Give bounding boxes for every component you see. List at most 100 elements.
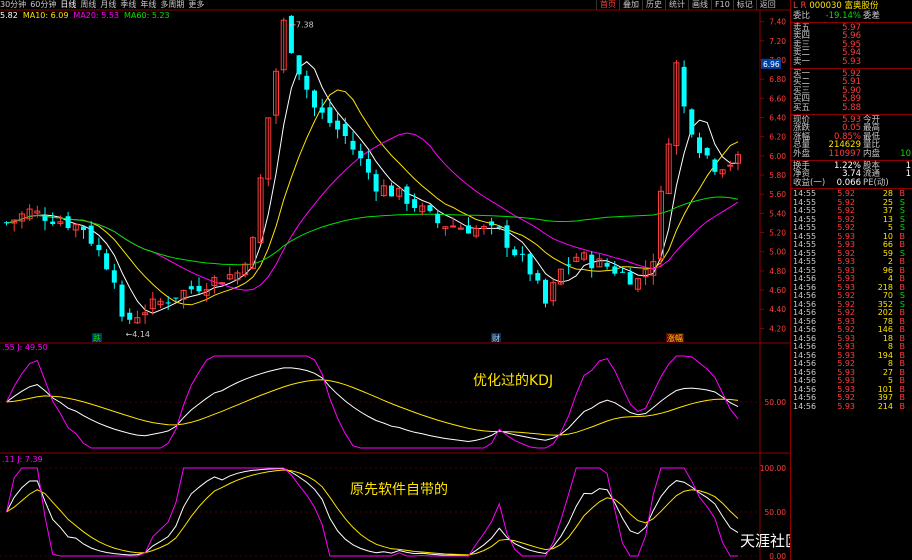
candle-body	[42, 216, 48, 221]
candle-body	[358, 150, 364, 159]
candle-body	[519, 253, 525, 255]
price-tick-label: 4.80	[769, 267, 786, 276]
candle-body	[704, 147, 710, 156]
candle-body	[327, 107, 333, 123]
candle-body	[88, 225, 94, 244]
candle-body	[627, 272, 633, 285]
candle-body	[535, 273, 541, 281]
event-marker-mid-text: 财	[492, 333, 500, 343]
bid-row-4[interactable]: 买五 5.88	[791, 104, 912, 113]
ma60-line	[6, 196, 739, 266]
fundamentals: 换手 1.22% 股本 1 净资 3.74 流通 1 收益(一) 0.066 PE(动)	[791, 161, 912, 188]
price-marker: 6.96	[763, 60, 780, 69]
candle-body	[111, 270, 117, 283]
candle-body	[173, 297, 179, 299]
price-tick-label: 6.60	[769, 94, 786, 103]
candle-body	[319, 107, 325, 113]
kdj-level-label: 0.00	[769, 552, 786, 560]
kdj2-legend: .11 J: 7.39	[2, 455, 43, 464]
price-tick-label: 5.20	[769, 229, 786, 238]
candle-body	[350, 140, 356, 150]
candle-body	[342, 123, 348, 137]
fund-row-2: 收益(一) 0.066 PE(动)	[793, 177, 889, 188]
quote-stats: 现价 5.93 今开 涨跌 0.05 最高 涨幅 0.85% 最低 总量 214629 量比 外盘 110…	[791, 115, 912, 159]
kdj-level-label: 50.00	[765, 398, 787, 407]
candle-body	[412, 199, 418, 208]
kdj-level-label: 100.00	[760, 464, 786, 473]
ask-book: 卖五 5.97 卖四 5.96 卖三 5.95 卖二 5.94 卖一 5.93	[791, 23, 912, 67]
stock-code: 000030	[809, 1, 842, 11]
candle-body	[427, 205, 433, 211]
price-tick-label: 7.20	[769, 37, 786, 46]
candle-body	[681, 66, 687, 107]
quote-panel: L R 000030 富奥股份 委比 -19.14% 委差 卖五 5.97 卖四 5.9…	[790, 0, 912, 560]
stock-chart-window: 30分钟 60分钟 日线 周线 月线 季线 年线 多周期 更多 首页 叠加 历史 统计 画线 F10 标记返…	[0, 0, 912, 560]
candle-body	[466, 225, 471, 234]
candle-body	[689, 109, 695, 135]
candle-body	[373, 174, 379, 192]
quote-row-4: 外盘 110997 内盘 10	[793, 148, 911, 159]
bid-price: 5.88	[842, 102, 861, 113]
candle-body	[543, 279, 548, 304]
price-tick-label: 4.20	[769, 324, 786, 333]
price-tick-label: 5.80	[769, 171, 786, 180]
candle-body	[188, 286, 194, 290]
high-label: ←7.38	[289, 21, 314, 30]
candle-body	[612, 266, 618, 274]
kdj-d-line	[6, 379, 739, 436]
candle-body	[219, 282, 226, 285]
ask-row-4[interactable]: 卖一 5.93	[791, 58, 912, 67]
candle-body	[389, 185, 394, 197]
price-axis: 7.407.207.006.806.606.406.206.005.805.60…	[760, 18, 786, 333]
candle-body	[312, 90, 317, 108]
candle-body	[589, 254, 595, 269]
price-tick-label: 4.60	[769, 286, 786, 295]
candle-body	[81, 226, 86, 231]
price-tick-label: 6.80	[769, 75, 786, 84]
kdj-k-line	[6, 367, 739, 443]
chart-canvas[interactable]: 7.407.207.006.806.606.406.206.005.805.60…	[0, 0, 790, 560]
candle-body	[119, 284, 125, 317]
candle-body	[96, 244, 102, 251]
candlesticks	[4, 15, 741, 325]
candle-body	[65, 216, 71, 229]
candle-body	[304, 75, 310, 90]
weibi-row: 委比 -19.14% 委差	[793, 11, 881, 21]
low-label: ←4.14	[126, 330, 151, 339]
price-tick-label: 5.60	[769, 190, 786, 199]
candle-body	[365, 158, 371, 173]
event-marker-left-text: 跌	[93, 333, 101, 343]
bid-book: 买一 5.92 买二 5.91 买三 5.90 买四 5.89 买五 5.88	[791, 69, 912, 113]
kdj1-annotation: 优化过的KDJ	[473, 373, 554, 389]
stock-name: 富奥股份	[844, 1, 879, 11]
candle-body	[566, 264, 572, 266]
price-tick-label: 6.20	[769, 133, 786, 142]
weibi-value: -19.14%	[825, 11, 861, 21]
candle-body	[489, 221, 495, 226]
candle-body	[127, 312, 133, 320]
candle-body	[196, 285, 202, 292]
tick-row: 14:56 5.93 214 B	[793, 401, 905, 411]
tick-list[interactable]: 14:55 5.92 28 B 14:55 5.92 25 S 14:55 5.92 37 S 14:5…	[791, 190, 912, 411]
candle-body	[404, 186, 410, 204]
candle-body	[697, 137, 702, 154]
price-tick-label: 5.40	[769, 209, 786, 218]
price-tick-label: 6.00	[769, 152, 786, 161]
candle-body	[104, 253, 110, 270]
kdj-level-label: 50.00	[765, 508, 787, 517]
price-tick-label: 5.00	[769, 248, 786, 257]
kdj2-annotation: 原先软件自带的	[350, 482, 448, 498]
candle-body	[450, 225, 457, 228]
kdj1-legend: .55 J: 49.50	[2, 343, 48, 352]
candle-body	[512, 249, 518, 256]
event-marker-right-text: 涨幅	[667, 333, 683, 343]
price-tick-label: 4.40	[769, 305, 786, 314]
candle-body	[435, 213, 441, 224]
candle-body	[50, 221, 56, 224]
lr-indicator: L R	[793, 1, 807, 11]
candle-body	[165, 302, 171, 304]
candle-body	[504, 225, 510, 248]
price-tick-label: 7.40	[769, 18, 786, 27]
candle-body	[496, 226, 502, 228]
candle-body	[335, 120, 341, 130]
